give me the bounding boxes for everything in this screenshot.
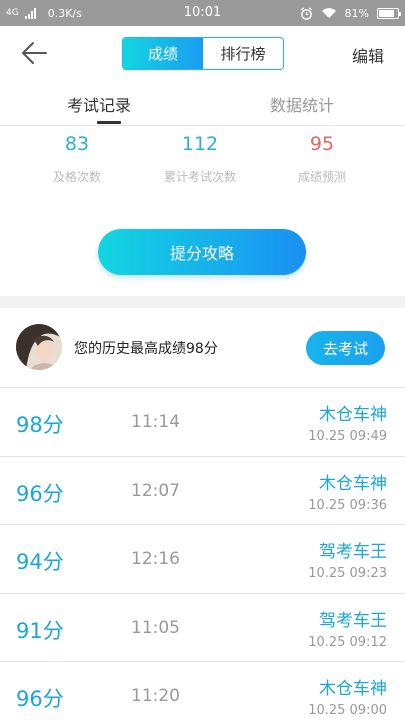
edit-button[interactable]: 编辑 [352, 43, 384, 67]
record-score: 96分 [16, 687, 64, 711]
total-exams-value: 112 [181, 133, 219, 155]
total-exams-label: 累计考试次数 [163, 170, 236, 184]
tab-exam-records[interactable]: 考试记录 [67, 92, 131, 116]
record-user-name: 木仓车神 [319, 679, 387, 699]
record-user-name: 木仓车神 [319, 405, 387, 425]
record-duration: 12:16 [131, 549, 180, 569]
segment-ranking[interactable]: 排行榜 [203, 38, 283, 69]
avatar [16, 324, 62, 370]
record-date: 10.25 09:49 [308, 429, 387, 444]
list-item[interactable]: 94分 12:16 驾考车王 10.25 09:23 [0, 525, 405, 594]
battery-icon [377, 7, 401, 19]
battery-fill [379, 9, 394, 17]
best-score-text: 您的历史最高成绩98分 [74, 341, 218, 357]
record-score: 96分 [16, 481, 64, 506]
score-prediction-label: 成绩预测 [297, 170, 346, 184]
record-score: 98分 [16, 413, 64, 437]
record-score: 94分 [16, 550, 64, 574]
list-item[interactable]: 98分 11:14 木仓车神 10.25 09:49 [0, 388, 405, 457]
back-arrow-icon [22, 42, 47, 64]
list-item[interactable]: 91分 11:05 驾考车王 10.25 09:12 [0, 594, 405, 662]
exam-records-list: 98分 11:14 木仓车神 10.25 09:49 96分 12:07 木仓车… [0, 388, 405, 720]
segment-control: 成绩 排行榜 [122, 37, 284, 70]
record-user-name: 木仓车神 [319, 473, 387, 494]
go-exam-button[interactable]: 去考试 [306, 331, 385, 365]
list-item[interactable]: 96分 11:20 木仓车神 10.25 09:00 [0, 662, 405, 720]
tab-data-stats[interactable]: 数据统计 [270, 92, 334, 116]
record-duration: 11:20 [131, 686, 180, 706]
record-date: 10.25 09:00 [308, 703, 387, 718]
record-duration: 11:05 [131, 617, 180, 638]
nav-bar: 成绩 排行榜 编辑 [0, 26, 405, 80]
record-date: 10.25 09:23 [308, 566, 387, 581]
record-duration: 11:14 [131, 412, 180, 432]
pass-count-value: 83 [64, 133, 90, 155]
battery-percent: 81% [344, 6, 369, 20]
section-divider [0, 296, 405, 308]
avatar-image [16, 324, 62, 370]
status-bar: 4G 0.3K/s 10:01 81% [0, 0, 405, 26]
boost-strategy-button[interactable]: 提分攻略 [98, 229, 306, 275]
status-right: 81% [300, 0, 401, 26]
tab-active-indicator [97, 121, 121, 124]
record-user-name: 驾考车王 [319, 610, 387, 631]
alarm-icon [300, 6, 312, 20]
pass-count-label: 及格次数 [52, 170, 101, 184]
tab-bar: 考试记录 数据统计 [0, 80, 405, 126]
record-date: 10.25 09:36 [308, 497, 387, 513]
best-score-row: 您的历史最高成绩98分 去考试 [0, 308, 405, 388]
record-user-name: 驾考车王 [319, 542, 387, 562]
record-date: 10.25 09:12 [308, 634, 387, 650]
record-score: 91分 [16, 618, 64, 643]
list-item[interactable]: 96分 12:07 木仓车神 10.25 09:36 [0, 457, 405, 525]
score-prediction-value: 95 [309, 133, 335, 155]
back-button[interactable] [20, 39, 50, 67]
wifi-icon [321, 8, 336, 18]
segment-scores[interactable]: 成绩 [123, 38, 203, 69]
record-duration: 12:07 [131, 480, 180, 501]
